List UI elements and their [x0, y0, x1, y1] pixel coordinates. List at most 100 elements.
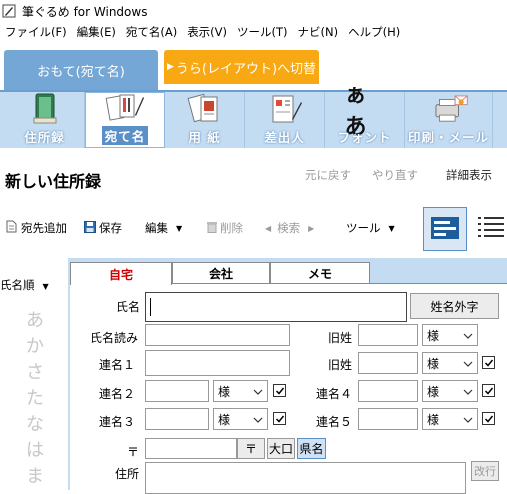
font-icon: ぁあ	[345, 82, 385, 140]
joint-name-1-label: 連名１	[99, 358, 136, 372]
large-office-label: 大口	[268, 442, 293, 456]
menu-help[interactable]: ヘルプ(H)	[343, 24, 405, 40]
joint-name-5-checkbox[interactable]	[482, 412, 495, 425]
sort-order-dropdown[interactable]: 氏名順 ▼	[0, 277, 49, 293]
postal-code-input[interactable]	[145, 438, 237, 459]
save-button[interactable]: 保存	[84, 220, 122, 236]
menu-file[interactable]: ファイル(F)	[0, 24, 72, 40]
joint-name-5-label: 連名５	[316, 415, 353, 429]
main-toolbar: 住所録 宛て名 用 紙 差出人 ぁあ フォント 印刷・メール	[0, 82, 507, 148]
old-surname-2-honorific-select[interactable]: 様	[422, 352, 478, 374]
old-surname-2-input[interactable]	[358, 352, 418, 374]
joint-name-5-honorific-select[interactable]: 様	[422, 408, 478, 430]
old-surname-2-checkbox[interactable]	[482, 356, 495, 369]
menu-bar: ファイル(F) 編集(E) 宛て名(A) 表示(V) ツール(T) ナビ(N) …	[0, 22, 507, 42]
kana-index-na[interactable]: な	[26, 412, 44, 438]
toolbar-address-book-button[interactable]: 住所録	[5, 92, 85, 148]
header: 新しい住所録 元に戻す やり直す 詳細表示	[0, 148, 507, 200]
redo-button[interactable]: やり直す	[372, 167, 418, 183]
joint-name-2-input[interactable]	[145, 380, 209, 402]
joint-name-4-honorific-select[interactable]: 様	[422, 380, 478, 402]
joint-name-2-checkbox[interactable]	[273, 384, 286, 397]
add-recipient-label: 宛先追加	[21, 221, 67, 235]
caret-down-icon: ▼	[42, 282, 49, 291]
toolbar-addressee-button[interactable]: 宛て名	[85, 92, 165, 148]
joint-name-3-checkbox[interactable]	[273, 412, 286, 425]
kana-index-sa[interactable]: さ	[26, 360, 44, 386]
detail-tabs: 自宅 会社 メモ	[70, 262, 507, 285]
checkmark-icon	[275, 415, 284, 423]
prefecture-name-button[interactable]: 県名	[297, 438, 326, 459]
tool-label: ツール	[346, 221, 381, 235]
joint-name-3-honorific-select[interactable]: 様	[213, 408, 268, 430]
old-surname-2-label: 旧姓	[328, 358, 353, 372]
right-arrow-icon: ▶	[308, 223, 315, 233]
caret-down-icon: ▼	[388, 223, 395, 233]
add-recipient-button[interactable]: 宛先追加	[6, 220, 67, 236]
title-bar: 筆ぐるめ for Windows	[0, 0, 507, 22]
toolbar-sender-label: 差出人	[264, 130, 305, 145]
kana-index-a[interactable]: あ	[26, 308, 44, 334]
line-break-label: 改行	[474, 465, 496, 478]
joint-name-3-input[interactable]	[145, 408, 209, 430]
address-label: 住所	[115, 467, 140, 481]
page-title: 新しい住所録	[5, 172, 102, 191]
postal-lookup-button[interactable]: 〒	[237, 438, 265, 459]
menu-view[interactable]: 表示(V)	[182, 24, 232, 40]
menu-tools[interactable]: ツール(T)	[232, 24, 293, 40]
joint-name-4-input[interactable]	[358, 380, 418, 402]
card-view-button[interactable]	[423, 207, 467, 251]
chevron-down-icon	[463, 414, 473, 428]
name-input[interactable]	[145, 292, 407, 322]
tab-front-addressee[interactable]: おもて(宛て名)	[4, 50, 158, 90]
chevron-down-icon	[463, 358, 473, 372]
printer-mail-icon	[429, 92, 469, 126]
address-input[interactable]	[145, 462, 466, 494]
kana-index-ma[interactable]: ま	[26, 464, 44, 490]
old-surname-label: 旧姓	[328, 331, 353, 345]
card-view-icon	[431, 216, 459, 242]
tab-company[interactable]: 会社	[172, 262, 270, 284]
toolbar-font-button[interactable]: ぁあ フォント	[325, 82, 405, 148]
list-view-button[interactable]	[477, 213, 505, 245]
address-form: 氏名 姓名外字 氏名読み 旧姓 様 連名１ 旧姓 様 連名２ 様 連名４ 様 連…	[70, 283, 507, 494]
tab-back-label: うら(レイアウト)へ切替	[175, 61, 317, 77]
kana-index-ka[interactable]: か	[26, 334, 44, 360]
tab-company-label: 会社	[208, 267, 233, 281]
delete-button[interactable]: 削除	[207, 220, 243, 236]
reading-input[interactable]	[145, 324, 290, 346]
kana-index-ha[interactable]: は	[26, 438, 44, 464]
joint-name-1-input[interactable]	[145, 350, 290, 376]
detail-view-button[interactable]: 詳細表示	[446, 167, 492, 183]
tab-back-layout[interactable]: ▶ うら(レイアウト)へ切替	[164, 50, 319, 84]
text-caret	[150, 298, 151, 316]
toolbar-sender-button[interactable]: 差出人	[245, 92, 325, 148]
tab-home[interactable]: 自宅	[70, 262, 172, 285]
old-surname-honorific-select[interactable]: 様	[422, 324, 478, 346]
joint-name-5-input[interactable]	[358, 408, 418, 430]
honorific-value: 様	[218, 412, 231, 427]
menu-edit[interactable]: 編集(E)	[72, 24, 121, 40]
toolbar-paper-button[interactable]: 用 紙	[165, 92, 245, 148]
tab-memo[interactable]: メモ	[270, 262, 370, 284]
honorific-value: 様	[427, 384, 440, 399]
search-button[interactable]: ◀ 検索 ▶	[265, 220, 314, 236]
joint-name-2-honorific-select[interactable]: 様	[213, 380, 268, 402]
caret-down-icon: ▼	[176, 223, 183, 233]
line-break-button[interactable]: 改行	[471, 461, 499, 481]
name-external-char-button[interactable]: 姓名外字	[410, 293, 499, 319]
menu-navi[interactable]: ナビ(N)	[293, 24, 344, 40]
honorific-value: 様	[427, 328, 440, 343]
edit-menu-button[interactable]: 編集 ▼	[145, 220, 182, 236]
kana-index-ta[interactable]: た	[26, 386, 44, 412]
tool-menu-button[interactable]: ツール ▼	[346, 220, 395, 236]
menu-addressee[interactable]: 宛て名(A)	[121, 24, 182, 40]
undo-button[interactable]: 元に戻す	[305, 167, 351, 183]
name-label: 氏名	[116, 300, 141, 314]
old-surname-input[interactable]	[358, 324, 418, 346]
honorific-value: 様	[427, 412, 440, 427]
joint-name-4-checkbox[interactable]	[482, 384, 495, 397]
checkmark-icon	[484, 415, 493, 423]
toolbar-print-mail-button[interactable]: 印刷・メール	[405, 92, 493, 148]
large-office-button[interactable]: 大口	[267, 438, 295, 459]
